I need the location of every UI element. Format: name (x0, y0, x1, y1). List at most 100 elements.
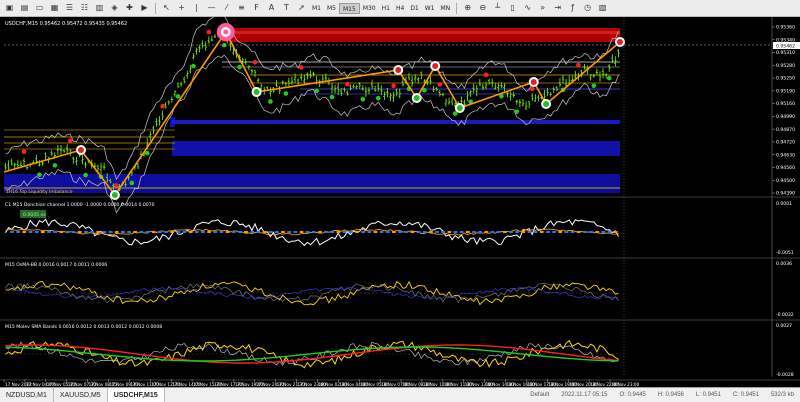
timeframe-m15[interactable]: M15 (339, 2, 360, 14)
fibo-icon[interactable]: F (251, 3, 262, 14)
histogram-bar (121, 231, 125, 233)
chart-tab-usdchf-m15[interactable]: USDCHF,M15 (107, 388, 165, 402)
buy-signal-dot (268, 99, 273, 104)
swing-high-core (530, 79, 537, 85)
histogram-bar (527, 231, 532, 233)
histogram-bar (613, 231, 618, 233)
market-watch-icon[interactable]: ☰ (64, 3, 75, 14)
histogram-bar (250, 231, 255, 233)
buy-signal-dot (329, 94, 335, 100)
horizontal-line-icon[interactable]: — (206, 3, 217, 14)
histogram-bar (238, 231, 242, 233)
channel-icon[interactable]: ≡ (236, 3, 247, 14)
crosshair-icon[interactable]: + (176, 3, 187, 14)
buy-signal-dot (283, 91, 289, 96)
chart-window[interactable]: USDCHF,M15 0.95462 0.95472 0.95435 0.954… (0, 17, 800, 387)
histogram-bar (34, 231, 39, 233)
timeframe-d1[interactable]: D1 (407, 3, 421, 14)
chart-tab-xauusd-m5[interactable]: XAUUSD,M5 (54, 388, 108, 402)
sell-signal-dot (576, 62, 581, 68)
histogram-bar (305, 231, 310, 233)
sell-signal-dot (114, 183, 119, 188)
chart-symbol-label: USDCHF,M15 0.95462 0.95472 0.95435 0.954… (5, 21, 127, 27)
navigator-icon[interactable]: ☷ (79, 3, 90, 14)
buy-signal-dot (129, 180, 135, 186)
histogram-bar (188, 231, 193, 233)
histogram-bar (293, 231, 298, 233)
support-zone-2 (172, 141, 620, 156)
vertical-line-icon[interactable]: | (191, 3, 202, 14)
label-icon[interactable]: T (281, 3, 292, 14)
templates-icon[interactable]: ▧ (597, 3, 608, 14)
profiles-icon[interactable]: ▤ (19, 3, 30, 14)
new-chart-icon[interactable]: ▣ (4, 3, 15, 14)
price-tick-label: 0.95360 (776, 25, 795, 31)
sell-signal-dot (345, 81, 350, 87)
buy-signal-dot (514, 109, 520, 114)
indicators-icon[interactable]: ƒ (567, 3, 578, 14)
save-icon[interactable]: ▦ (49, 3, 60, 14)
indicator-scale-top: 0.0036 (776, 261, 792, 267)
chart-line-icon[interactable]: ∿ (522, 3, 533, 14)
tester-icon[interactable]: ◈ (109, 3, 120, 14)
histogram-bar (312, 231, 316, 233)
histogram-bar (441, 231, 446, 233)
buy-signal-dot (191, 63, 196, 69)
sell-signal-dot (529, 86, 535, 92)
histogram-bar (318, 231, 322, 233)
histogram-bar (583, 231, 587, 233)
terminal-icon[interactable]: ▥ (94, 3, 105, 14)
cursor-icon[interactable]: ↖ (161, 3, 172, 14)
price-tick-label: 0.94390 (776, 191, 795, 197)
zoom-in-icon[interactable]: ⊕ (462, 3, 473, 14)
histogram-bar (361, 231, 365, 233)
histogram-bar (539, 231, 544, 233)
timeframe-h1[interactable]: H1 (379, 3, 393, 14)
histogram-bar (225, 231, 230, 233)
new-order-icon[interactable]: ✚ (124, 3, 135, 14)
histogram-bar (201, 231, 205, 233)
histogram-bar (515, 231, 519, 233)
chart-candles-icon[interactable]: ▯ (507, 3, 518, 14)
autotrading-icon[interactable]: ▶ (139, 3, 150, 14)
timeframe-m5[interactable]: M5 (324, 3, 339, 14)
histogram-bar (342, 231, 347, 233)
histogram-bar (275, 231, 279, 233)
histogram-bar (256, 231, 261, 233)
histogram-bar (521, 231, 526, 233)
histogram-bar (22, 231, 27, 233)
buy-signal-dot (83, 172, 88, 178)
swing-high-core (395, 67, 402, 73)
chart-tab-nzdusd-m1[interactable]: NZDUSD,M1 (0, 388, 54, 402)
arrow-icon[interactable]: ➚ (296, 3, 307, 14)
trendline-icon[interactable]: ⁄ (221, 3, 232, 14)
histogram-bar (607, 231, 612, 233)
histogram-bar (496, 231, 501, 233)
histogram-bar (158, 231, 162, 233)
timeframe-w1[interactable]: W1 (422, 3, 438, 14)
indicator-scale-top: 0.0027 (776, 323, 792, 329)
chart-bars-icon[interactable]: ┴ (492, 3, 503, 14)
histogram-bar (576, 231, 581, 233)
chart-shift-icon[interactable]: ⇥ (552, 3, 563, 14)
histogram-bar (466, 231, 470, 233)
sell-signal-dot (298, 65, 304, 70)
text-icon[interactable]: A (266, 3, 277, 14)
open-icon[interactable]: ▭ (34, 3, 45, 14)
timeframe-m1[interactable]: M1 (309, 3, 324, 14)
zoom-out-icon[interactable]: ⊖ (477, 3, 488, 14)
histogram-bar (367, 231, 372, 233)
histogram-bar (422, 231, 427, 233)
swing-low-core (456, 105, 463, 111)
histogram-bar (472, 231, 476, 233)
autoscroll-icon[interactable]: » (537, 3, 548, 14)
buy-signal-dot (37, 172, 42, 178)
periods-icon[interactable]: ◷ (582, 3, 593, 14)
timeframe-h4[interactable]: H4 (393, 3, 407, 14)
histogram-bar (244, 231, 248, 233)
histogram-bar (558, 231, 563, 233)
price-tick-label: 0.94630 (776, 152, 795, 158)
timeframe-mn[interactable]: MN (438, 3, 454, 14)
histogram-bar (194, 231, 199, 233)
timeframe-m30[interactable]: M30 (360, 3, 379, 14)
